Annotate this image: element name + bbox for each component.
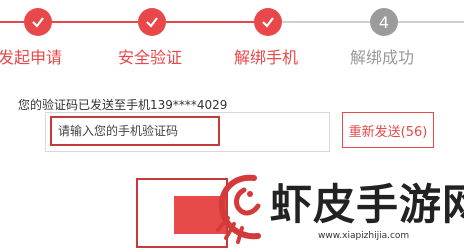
shrimp-logo-icon: [216, 174, 261, 244]
step-3-check-icon: [254, 8, 282, 36]
step-2-label: 安全验证: [118, 48, 183, 67]
step-connector: [398, 21, 464, 23]
verification-code-field: [45, 112, 330, 152]
step-connector: [0, 21, 24, 23]
step-connector: [166, 21, 254, 23]
step-connector: [282, 21, 370, 23]
step-4-label: 解绑成功: [350, 48, 415, 67]
step-1-label: 发起申请: [0, 48, 63, 67]
step-1-check-icon: [24, 8, 52, 36]
step-4-number: 4: [370, 8, 398, 36]
watermark-title: 虾皮手游网: [270, 180, 464, 229]
progress-stepper: 4 发起申请 安全验证 解绑手机 解绑成功: [0, 0, 464, 70]
step-3-label: 解绑手机: [234, 48, 299, 67]
resend-code-button[interactable]: 重新发送(56): [342, 112, 434, 148]
step-connector: [50, 21, 138, 23]
step-2-check-icon: [138, 8, 166, 36]
watermark-url: www.xiapizhijia.com: [318, 231, 410, 241]
verification-code-input[interactable]: [50, 116, 220, 146]
sms-sent-notice: 您的验证码已发送至手机139****4029: [18, 98, 228, 112]
